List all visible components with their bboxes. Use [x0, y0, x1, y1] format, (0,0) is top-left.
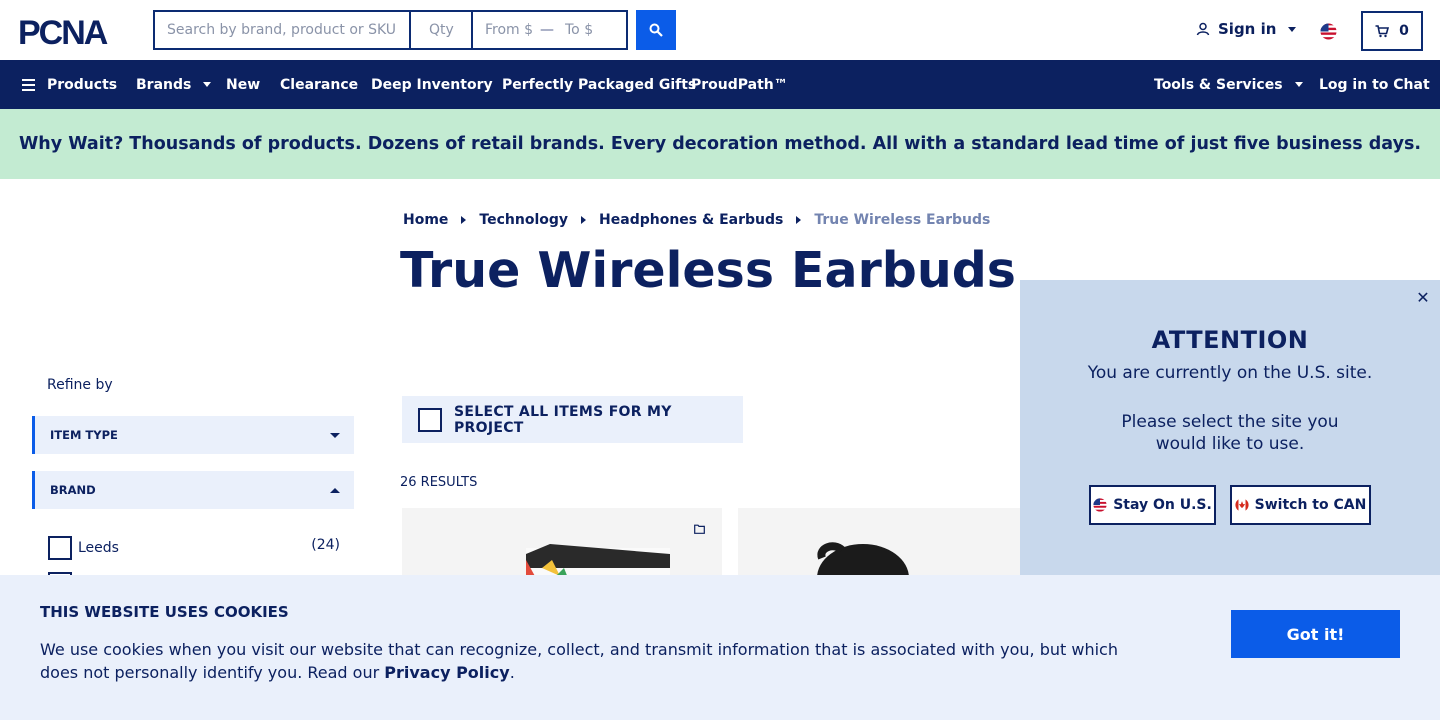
pcna-logo[interactable]: PCNA [18, 14, 138, 48]
chevron-down-icon [1294, 82, 1303, 87]
breadcrumb: Home Technology Headphones & Earbuds Tru… [403, 212, 990, 228]
close-icon[interactable]: ✕ [1415, 288, 1431, 307]
select-all-checkbox[interactable] [418, 407, 442, 432]
nav-tools-services[interactable]: Tools & Services [1154, 60, 1303, 109]
cart-icon [1375, 24, 1390, 37]
promo-banner: Why Wait? Thousands of products. Dozens … [0, 109, 1440, 179]
chevron-right-icon [796, 216, 802, 224]
cart-count: 0 [1399, 23, 1409, 39]
chevron-down-icon [1288, 26, 1297, 32]
nav-brands-label: Brands [136, 76, 192, 93]
cookie-body: We use cookies when you visit our websit… [40, 640, 1118, 682]
search-form: — [153, 10, 628, 50]
attention-line-3: would like to use. [1155, 434, 1305, 454]
nav-packaged-gifts-label: Perfectly Packaged Gifts [502, 76, 697, 93]
breadcrumb-current: True Wireless Earbuds [814, 212, 991, 228]
chevron-right-icon [461, 216, 467, 224]
breadcrumb-technology[interactable]: Technology [479, 212, 568, 228]
chevron-down-icon [330, 432, 340, 438]
cookie-title: THIS WEBSITE USES COOKIES [40, 603, 289, 621]
nav-new-label: New [226, 76, 261, 93]
price-to-input[interactable] [557, 12, 623, 48]
nav-products-label: Products [47, 76, 118, 93]
chevron-down-icon [203, 82, 212, 87]
qty-input[interactable] [411, 12, 473, 48]
breadcrumb-headphones[interactable]: Headphones & Earbuds [599, 212, 783, 228]
brand-leeds-count: (24) [311, 537, 340, 553]
search-icon [649, 23, 663, 37]
promo-text: Why Wait? Thousands of products. Dozens … [18, 134, 1422, 154]
user-icon [1196, 22, 1210, 36]
sign-in-menu[interactable]: Sign in [1196, 20, 1297, 38]
cookie-text: We use cookies when you visit our websit… [40, 638, 1140, 684]
us-flag-icon[interactable] [1320, 23, 1337, 40]
price-from-input[interactable] [473, 12, 537, 48]
nav-log-in-to-chat[interactable]: Log in to Chat [1319, 60, 1430, 109]
cart-button[interactable]: 0 [1361, 11, 1423, 51]
brand-leeds-label: Leeds [78, 540, 119, 556]
facet-brand[interactable]: BRAND [32, 471, 354, 509]
page: PCNA — Sign in [0, 0, 1440, 720]
site-selector-panel: ✕ ATTENTION You are currently on the U.S… [1020, 280, 1440, 580]
stay-on-us-label: Stay On U.S. [1113, 497, 1212, 513]
facet-item-type[interactable]: ITEM TYPE [32, 416, 354, 454]
search-input[interactable] [155, 12, 411, 48]
stay-on-us-button[interactable]: Stay On U.S. [1089, 485, 1216, 525]
nav-proudpath[interactable]: ProudPath™ [691, 60, 788, 109]
chevron-up-icon [330, 487, 340, 493]
nav-proudpath-label: ProudPath™ [691, 76, 788, 93]
nav-brands[interactable]: Brands [136, 60, 212, 109]
cookie-end: . [509, 663, 515, 682]
menu-icon [22, 78, 35, 91]
header: PCNA — Sign in [0, 0, 1440, 60]
nav-new[interactable]: New [226, 60, 260, 109]
select-all-label: SELECT ALL ITEMS FOR MY PROJECT [454, 403, 672, 436]
results-count: 26 RESULTS [400, 475, 478, 490]
breadcrumb-home[interactable]: Home [403, 212, 448, 228]
attention-line-2: Please select the site you [1121, 412, 1339, 432]
nav-clearance[interactable]: Clearance [280, 60, 358, 109]
svg-text:PCNA: PCNA [18, 14, 108, 48]
main-nav: Products Brands New Clearance Deep Inven… [0, 60, 1440, 109]
nav-log-in-to-chat-label: Log in to Chat [1319, 76, 1430, 93]
brand-filter-leeds[interactable]: Leeds (24) [48, 536, 340, 560]
attention-title: ATTENTION [1151, 326, 1309, 354]
chevron-right-icon [581, 216, 587, 224]
got-it-button[interactable]: Got it! [1231, 610, 1400, 658]
page-title: True Wireless Earbuds [400, 242, 1016, 299]
search-button[interactable] [636, 10, 676, 50]
switch-to-can-button[interactable]: Switch to CAN [1230, 485, 1371, 525]
facet-brand-label: BRAND [50, 483, 96, 497]
brand-leeds-checkbox[interactable] [48, 536, 72, 560]
nav-products[interactable]: Products [22, 60, 117, 109]
refine-label: Refine by [47, 377, 113, 393]
privacy-policy-link[interactable]: Privacy Policy [384, 663, 509, 682]
folder-icon[interactable] [694, 524, 705, 534]
select-all-items[interactable]: SELECT ALL ITEMS FOR MY PROJECT [402, 396, 743, 443]
switch-to-can-label: Switch to CAN [1254, 497, 1367, 513]
cookie-banner: THIS WEBSITE USES COOKIES We use cookies… [0, 575, 1440, 720]
sign-in-label: Sign in [1218, 20, 1277, 38]
nav-deep-inventory-label: Deep Inventory [371, 76, 493, 93]
us-flag-icon [1093, 498, 1107, 512]
canada-flag-icon [1235, 498, 1249, 512]
facet-item-type-label: ITEM TYPE [50, 428, 118, 442]
price-separator: — [540, 22, 554, 38]
nav-packaged-gifts[interactable]: Perfectly Packaged Gifts [502, 60, 696, 109]
nav-tools-services-label: Tools & Services [1154, 76, 1283, 93]
attention-line-1: You are currently on the U.S. site. [1087, 363, 1373, 383]
nav-deep-inventory[interactable]: Deep Inventory [371, 60, 493, 109]
nav-clearance-label: Clearance [280, 76, 359, 93]
